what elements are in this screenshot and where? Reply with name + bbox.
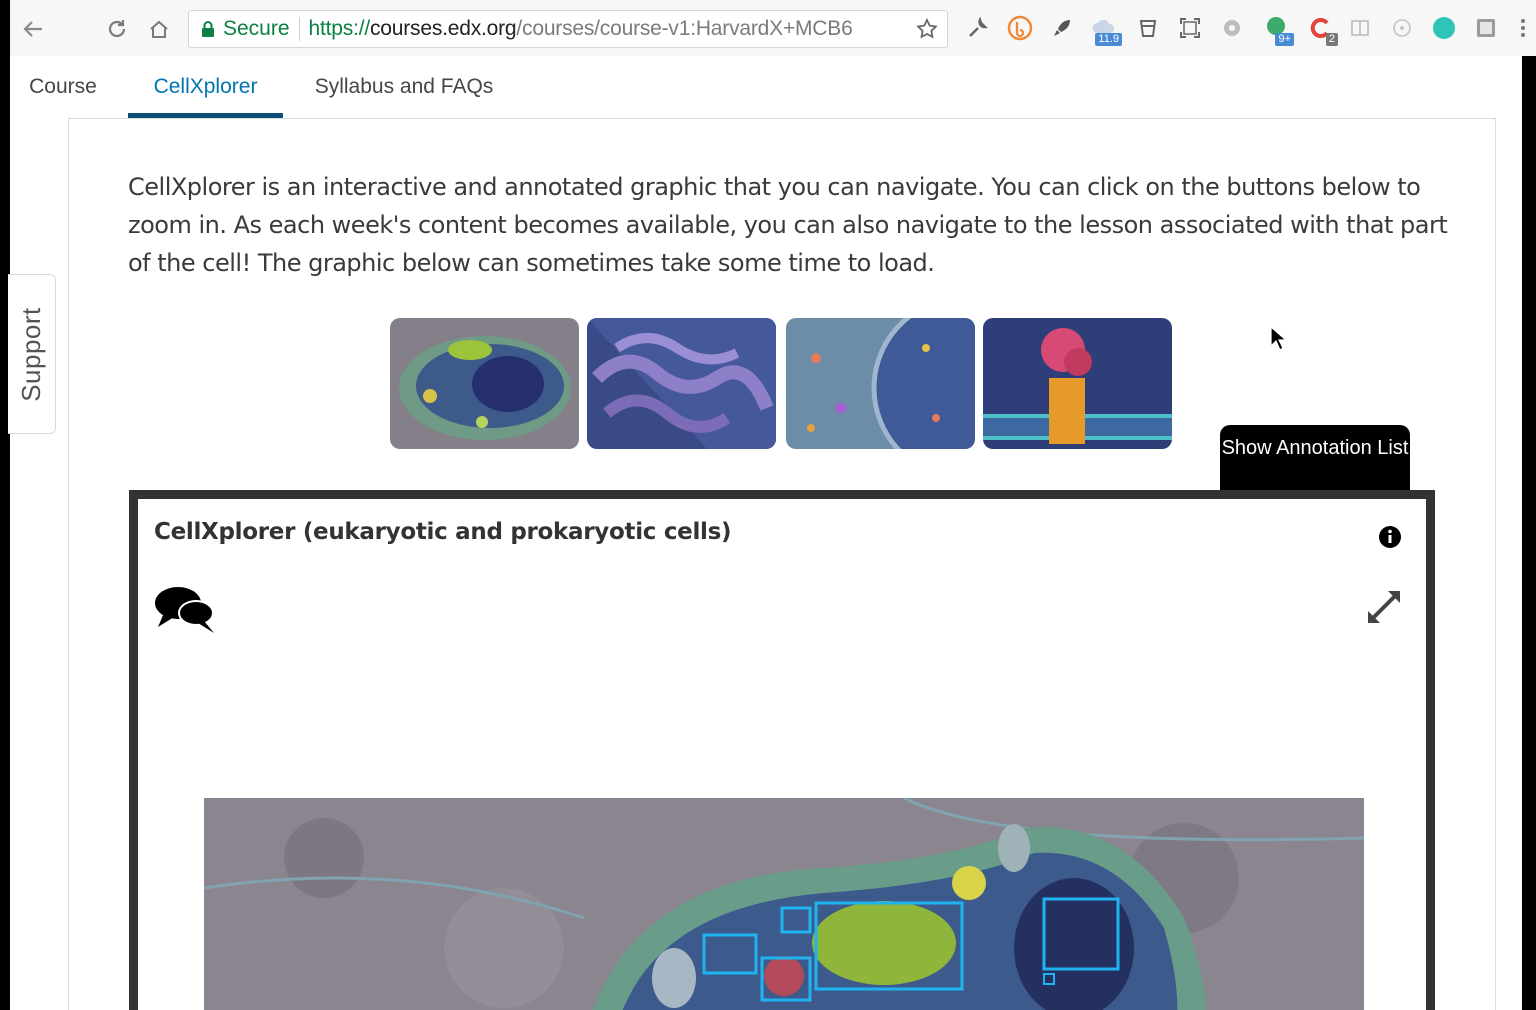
viewer-title: CellXplorer (eukaryotic and prokaryotic … — [154, 519, 732, 545]
reader-icon — [1351, 20, 1369, 36]
wrench-icon — [969, 16, 988, 37]
kebab-menu-icon — [1521, 19, 1525, 37]
extension-teal[interactable] — [1430, 14, 1458, 42]
back-button[interactable] — [16, 12, 50, 46]
green-badge: 9+ — [1275, 33, 1294, 46]
extension-weather[interactable]: 11.9 — [1090, 14, 1122, 46]
extension-square[interactable] — [1472, 14, 1500, 42]
thumbnail-whole-cell[interactable] — [390, 318, 579, 449]
omnibox-divider — [298, 17, 300, 41]
mouse-cursor — [1270, 325, 1288, 352]
reload-button[interactable] — [100, 12, 134, 46]
browser-menu-button[interactable] — [1516, 14, 1530, 42]
url-host: courses.edx.org — [369, 17, 517, 40]
url-protocol: https:// — [308, 17, 371, 40]
extension-capture[interactable] — [1176, 14, 1204, 42]
extension-circle[interactable] — [1388, 14, 1416, 42]
reload-icon — [108, 20, 126, 38]
secure-indicator[interactable]: Secure — [201, 17, 290, 41]
support-tab[interactable]: Support — [8, 274, 56, 434]
tab-cellxplorer[interactable]: CellXplorer — [128, 56, 283, 118]
cell-graphic[interactable] — [204, 798, 1364, 1010]
bookmark-star-button[interactable] — [913, 15, 941, 43]
tab-syllabus-faqs[interactable]: Syllabus and FAQs — [302, 56, 506, 118]
window-edge-left — [0, 0, 10, 1010]
thumbnail-nucleus[interactable] — [786, 318, 975, 449]
support-label: Support — [16, 306, 47, 402]
bitly-icon — [1007, 15, 1033, 41]
teal-circle-icon — [1433, 17, 1455, 39]
whole-cell-thumbnail-image — [390, 318, 579, 449]
extension-reader[interactable] — [1346, 14, 1374, 42]
cellxplorer-viewer: CellXplorer (eukaryotic and prokaryotic … — [129, 490, 1435, 1010]
circle-outline-icon — [1393, 19, 1411, 37]
browser-toolbar: Secure https://courses.edx.org/courses/c… — [0, 0, 1536, 56]
red-badge: 2 — [1325, 33, 1338, 46]
extension-bitly[interactable] — [1006, 14, 1034, 42]
cursor-arrow-icon — [1270, 325, 1288, 351]
membrane-protein-thumbnail-image — [983, 318, 1172, 449]
screen-capture-icon — [1180, 18, 1200, 38]
course-tabs: Course CellXplorer Syllabus and FAQs — [0, 56, 1536, 118]
extension-red[interactable]: 2 — [1306, 14, 1338, 46]
tab-course[interactable]: Course — [20, 56, 106, 118]
extension-cup[interactable] — [1134, 14, 1162, 42]
fullscreen-button[interactable] — [1362, 585, 1406, 629]
back-arrow-icon — [23, 21, 42, 37]
address-bar[interactable]: Secure https://courses.edx.org/courses/c… — [188, 10, 948, 48]
extension-gear[interactable] — [1218, 14, 1246, 42]
expand-arrows-icon — [1368, 591, 1400, 623]
square-icon — [1477, 19, 1495, 37]
extension-rocket[interactable] — [1048, 14, 1076, 42]
extension-wrench[interactable] — [964, 14, 992, 42]
secure-label: Secure — [223, 17, 290, 40]
eukaryotic-cell-image — [204, 798, 1364, 1010]
home-button[interactable] — [142, 12, 176, 46]
chat-bubbles-icon — [155, 587, 214, 633]
gear-icon — [1224, 20, 1240, 36]
window-edge-right — [1522, 56, 1536, 1010]
rocket-icon — [1054, 20, 1070, 36]
nucleus-thumbnail-image — [786, 318, 975, 449]
url-path: /courses/course-v1:HarvardX+MCB6 — [516, 17, 853, 40]
info-button[interactable] — [1378, 525, 1402, 549]
url-text[interactable]: https://courses.edx.org/courses/course-v… — [309, 17, 901, 41]
star-icon — [916, 17, 938, 39]
lock-icon — [202, 21, 214, 37]
thumbnail-membrane-protein[interactable] — [983, 318, 1172, 449]
annotations-toggle-button[interactable] — [154, 583, 218, 635]
weather-badge: 11.9 — [1095, 33, 1122, 46]
show-annotation-list-button[interactable]: Show Annotation List — [1220, 425, 1410, 491]
info-icon — [1379, 526, 1401, 548]
extension-green[interactable]: 9+ — [1262, 14, 1294, 46]
thumbnail-mitochondrion[interactable] — [587, 318, 776, 449]
intro-paragraph: CellXplorer is an interactive and annota… — [128, 173, 1448, 277]
home-icon — [150, 20, 168, 38]
mitochondrion-thumbnail-image — [587, 318, 776, 449]
cup-icon — [1139, 20, 1157, 37]
